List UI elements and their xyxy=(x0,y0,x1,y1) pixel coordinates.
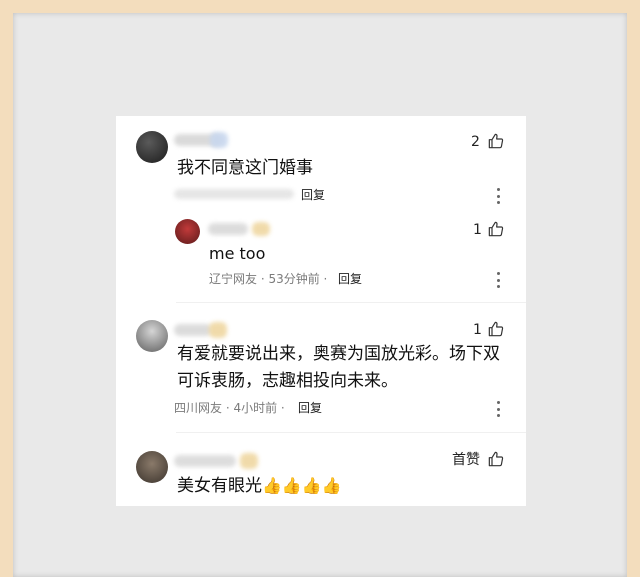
first-like-label: 首赞 xyxy=(452,452,480,468)
comment-text-body: 美女有眼光 xyxy=(177,476,262,496)
avatar[interactable] xyxy=(136,320,168,352)
comment-panel: 2 我不同意这门婚事 回复 1 me too 辽宁网友 · 53分钟前 · 回复… xyxy=(116,116,526,506)
reply-button[interactable]: 回复 xyxy=(301,187,325,203)
more-vertical-icon[interactable] xyxy=(496,272,500,288)
reply-button[interactable]: 回复 xyxy=(338,271,362,287)
username-blurred xyxy=(174,324,212,336)
comment-text: 我不同意这门婚事 xyxy=(177,158,313,178)
comment-text-line-2: 可诉衷肠，志趣相投向未来。 xyxy=(177,371,398,391)
thumb-up-icon[interactable] xyxy=(488,133,504,149)
comment-text: 美女有眼光👍👍👍👍 xyxy=(177,475,342,497)
avatar[interactable] xyxy=(136,131,168,163)
divider xyxy=(176,432,526,433)
thumb-up-icon[interactable] xyxy=(488,221,504,237)
more-vertical-icon[interactable] xyxy=(496,188,500,204)
thumbs-up-emoji: 👍👍👍👍 xyxy=(262,476,342,495)
meta-blurred xyxy=(174,189,294,199)
username-blurred xyxy=(174,455,236,467)
level-badge-blurred xyxy=(240,453,258,469)
comment-text-line-1: 有爱就要说出来，奥赛为国放光彩。场下双 xyxy=(177,344,500,364)
reply-button[interactable]: 回复 xyxy=(298,400,322,416)
thumb-up-icon[interactable] xyxy=(488,321,504,337)
comment-meta: 四川网友 · 4小时前 · xyxy=(174,401,285,415)
more-vertical-icon[interactable] xyxy=(496,401,500,417)
level-badge-blurred xyxy=(252,222,270,236)
thumb-up-icon[interactable] xyxy=(488,451,504,467)
like-count: 1 xyxy=(473,222,482,238)
reply-text: me too xyxy=(209,244,266,263)
divider xyxy=(176,302,526,303)
level-badge-blurred xyxy=(209,322,227,338)
reply-meta: 辽宁网友 · 53分钟前 · xyxy=(209,272,328,286)
like-count: 1 xyxy=(473,322,482,338)
level-badge-blurred xyxy=(210,132,228,148)
avatar[interactable] xyxy=(175,219,200,244)
username-blurred xyxy=(208,223,248,235)
like-count: 2 xyxy=(471,134,480,150)
avatar[interactable] xyxy=(136,451,168,483)
